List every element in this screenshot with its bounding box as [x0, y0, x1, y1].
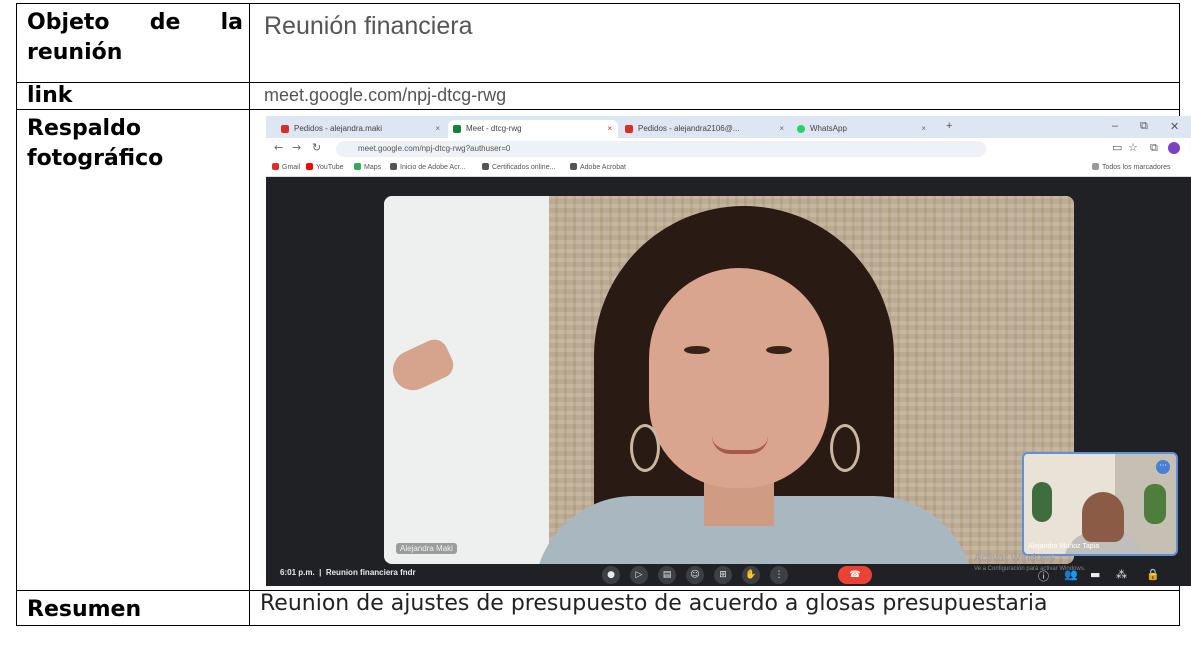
table-row: Resumen Reunion de ajustes de presupuest… — [16, 590, 1180, 626]
close-icon[interactable]: × — [921, 120, 926, 138]
label-line: Respaldo — [27, 116, 141, 141]
row-label-objeto: Objeto de la reunión — [16, 3, 250, 83]
close-icon[interactable]: × — [435, 120, 440, 138]
label-word: de — [149, 10, 181, 35]
close-window-icon[interactable]: ✕ — [1170, 120, 1179, 133]
microphone-icon[interactable]: ● — [602, 566, 620, 584]
emoji-icon[interactable]: ☺ — [686, 566, 704, 584]
label-word: Objeto — [27, 10, 110, 35]
info-icon[interactable]: ⓘ — [1038, 568, 1049, 584]
meeting-subject: Reunión financiera — [249, 3, 1180, 83]
captions-icon[interactable]: ▤ — [658, 566, 676, 584]
row-label-link: link — [16, 82, 250, 110]
profile-avatar[interactable] — [1168, 142, 1180, 154]
raise-hand-icon[interactable]: ✋ — [742, 566, 760, 584]
activities-icon[interactable]: ⁂ — [1116, 568, 1127, 581]
row-label-respaldo: Respaldo fotográfico — [16, 109, 250, 591]
bookmark-item[interactable]: Gmail — [272, 162, 300, 174]
close-icon[interactable]: × — [779, 120, 784, 138]
tab-label: Pedidos - alejandra2106@... — [638, 124, 740, 133]
folder-icon — [1092, 163, 1099, 170]
gmail-icon — [625, 125, 633, 133]
youtube-icon — [306, 163, 313, 170]
label-line: fotográfico — [27, 146, 164, 171]
table-row: Objeto de la reunión Reunión financiera — [16, 3, 1180, 83]
all-bookmarks[interactable]: Todos los marcadores — [1092, 162, 1170, 174]
forward-icon[interactable]: → — [292, 141, 301, 154]
label-line: reunión — [27, 40, 123, 65]
tab-label: Meet - dtcg-rwg — [466, 124, 522, 133]
people-icon[interactable]: 👥 — [1064, 568, 1078, 581]
meeting-record-table: Objeto de la reunión Reunión financiera … — [16, 3, 1191, 626]
address-text: meet.google.com/npj-dtcg-rwg?authuser=0 — [358, 144, 511, 153]
activate-windows-title: Activar Windows — [974, 552, 1056, 564]
meeting-clock: 6:01 p.m. — [280, 568, 315, 577]
menu-icon[interactable]: ⋮ — [1186, 141, 1191, 154]
back-icon[interactable]: ← — [274, 141, 283, 154]
bookmark-item[interactable]: YouTube — [306, 162, 344, 174]
participant-name: Alejandro Muñoz Tapia — [1028, 543, 1100, 550]
gmail-icon — [281, 125, 289, 133]
browser-toolbar: ← → ↻ meet.google.com/npj-dtcg-rwg?authu… — [266, 138, 1191, 160]
end-call-button[interactable]: ☎ — [838, 566, 872, 584]
browser-tab-bar: Pedidos - alejandra.maki × Meet - dtcg-r… — [266, 116, 1191, 138]
bookmark-item[interactable]: Inicio de Adobe Acr... — [390, 162, 465, 174]
main-video-tile: Alejandra Maki — [384, 196, 1074, 564]
new-tab-icon[interactable]: + — [946, 120, 952, 132]
close-icon[interactable]: × — [607, 120, 612, 138]
more-options-icon[interactable]: ··· — [1156, 460, 1170, 474]
gmail-icon — [272, 163, 279, 170]
browser-tab[interactable]: WhatsApp × — [792, 120, 932, 138]
meet-control-bar: 6:01 p.m. | Reunion financiera fndr ● ▷ … — [280, 552, 1160, 584]
photo-evidence-cell: Pedidos - alejandra.maki × Meet - dtcg-r… — [249, 109, 1191, 591]
document-page: Objeto de la reunión Reunión financiera … — [0, 0, 1191, 664]
cast-icon[interactable]: ▭ — [1112, 141, 1122, 154]
bookmark-item[interactable]: Certificados online... — [482, 162, 555, 174]
restore-icon[interactable]: ⧉ — [1140, 120, 1148, 133]
more-options-icon[interactable]: ⋮ — [770, 566, 788, 584]
bookmark-item[interactable]: Maps — [354, 162, 381, 174]
meet-icon — [453, 125, 461, 133]
globe-icon — [570, 163, 577, 170]
maps-icon — [354, 163, 361, 170]
star-icon[interactable]: ☆ — [1128, 141, 1138, 154]
bookmarks-bar: Gmail YouTube Maps Inicio de Adobe Acr..… — [266, 160, 1191, 177]
tab-label: Pedidos - alejandra.maki — [294, 124, 383, 133]
browser-tab[interactable]: Pedidos - alejandra2106@... × — [620, 120, 790, 138]
row-label-resumen: Resumen — [16, 590, 250, 626]
whatsapp-icon — [797, 125, 805, 133]
table-row: link meet.google.com/npj-dtcg-rwg — [16, 82, 1180, 110]
self-view-tile[interactable]: ··· Alejandro Muñoz Tapia — [1022, 452, 1178, 556]
minimize-icon[interactable]: – — [1112, 120, 1118, 132]
tab-label: WhatsApp — [810, 124, 847, 133]
camera-icon[interactable]: ▷ — [630, 566, 648, 584]
meeting-summary: Reunion de ajustes de presupuesto de acu… — [249, 590, 1180, 626]
meeting-name: Reunion financiera fndr — [325, 568, 416, 577]
present-icon[interactable]: ⊞ — [714, 566, 732, 584]
browser-tab[interactable]: Pedidos - alejandra.maki × — [276, 120, 446, 138]
participant-name: Alejandra Maki — [396, 543, 457, 554]
label-word: la — [220, 10, 243, 35]
globe-icon — [482, 163, 489, 170]
bookmark-item[interactable]: Adobe Acrobat — [570, 162, 626, 174]
address-bar[interactable]: meet.google.com/npj-dtcg-rwg?authuser=0 — [336, 141, 986, 157]
meeting-link[interactable]: meet.google.com/npj-dtcg-rwg — [249, 82, 1180, 110]
globe-icon — [390, 163, 397, 170]
extensions-icon[interactable]: ⧉ — [1150, 141, 1158, 155]
table-row: Respaldo fotográfico Pedidos - alejandra… — [16, 109, 1191, 591]
reload-icon[interactable]: ↻ — [312, 141, 321, 154]
browser-tab-active[interactable]: Meet - dtcg-rwg × — [448, 120, 618, 138]
chat-icon[interactable]: ▬ — [1090, 568, 1100, 581]
meet-screenshot: Pedidos - alejandra.maki × Meet - dtcg-r… — [266, 116, 1191, 586]
lock-icon[interactable]: 🔒 — [1146, 568, 1160, 581]
